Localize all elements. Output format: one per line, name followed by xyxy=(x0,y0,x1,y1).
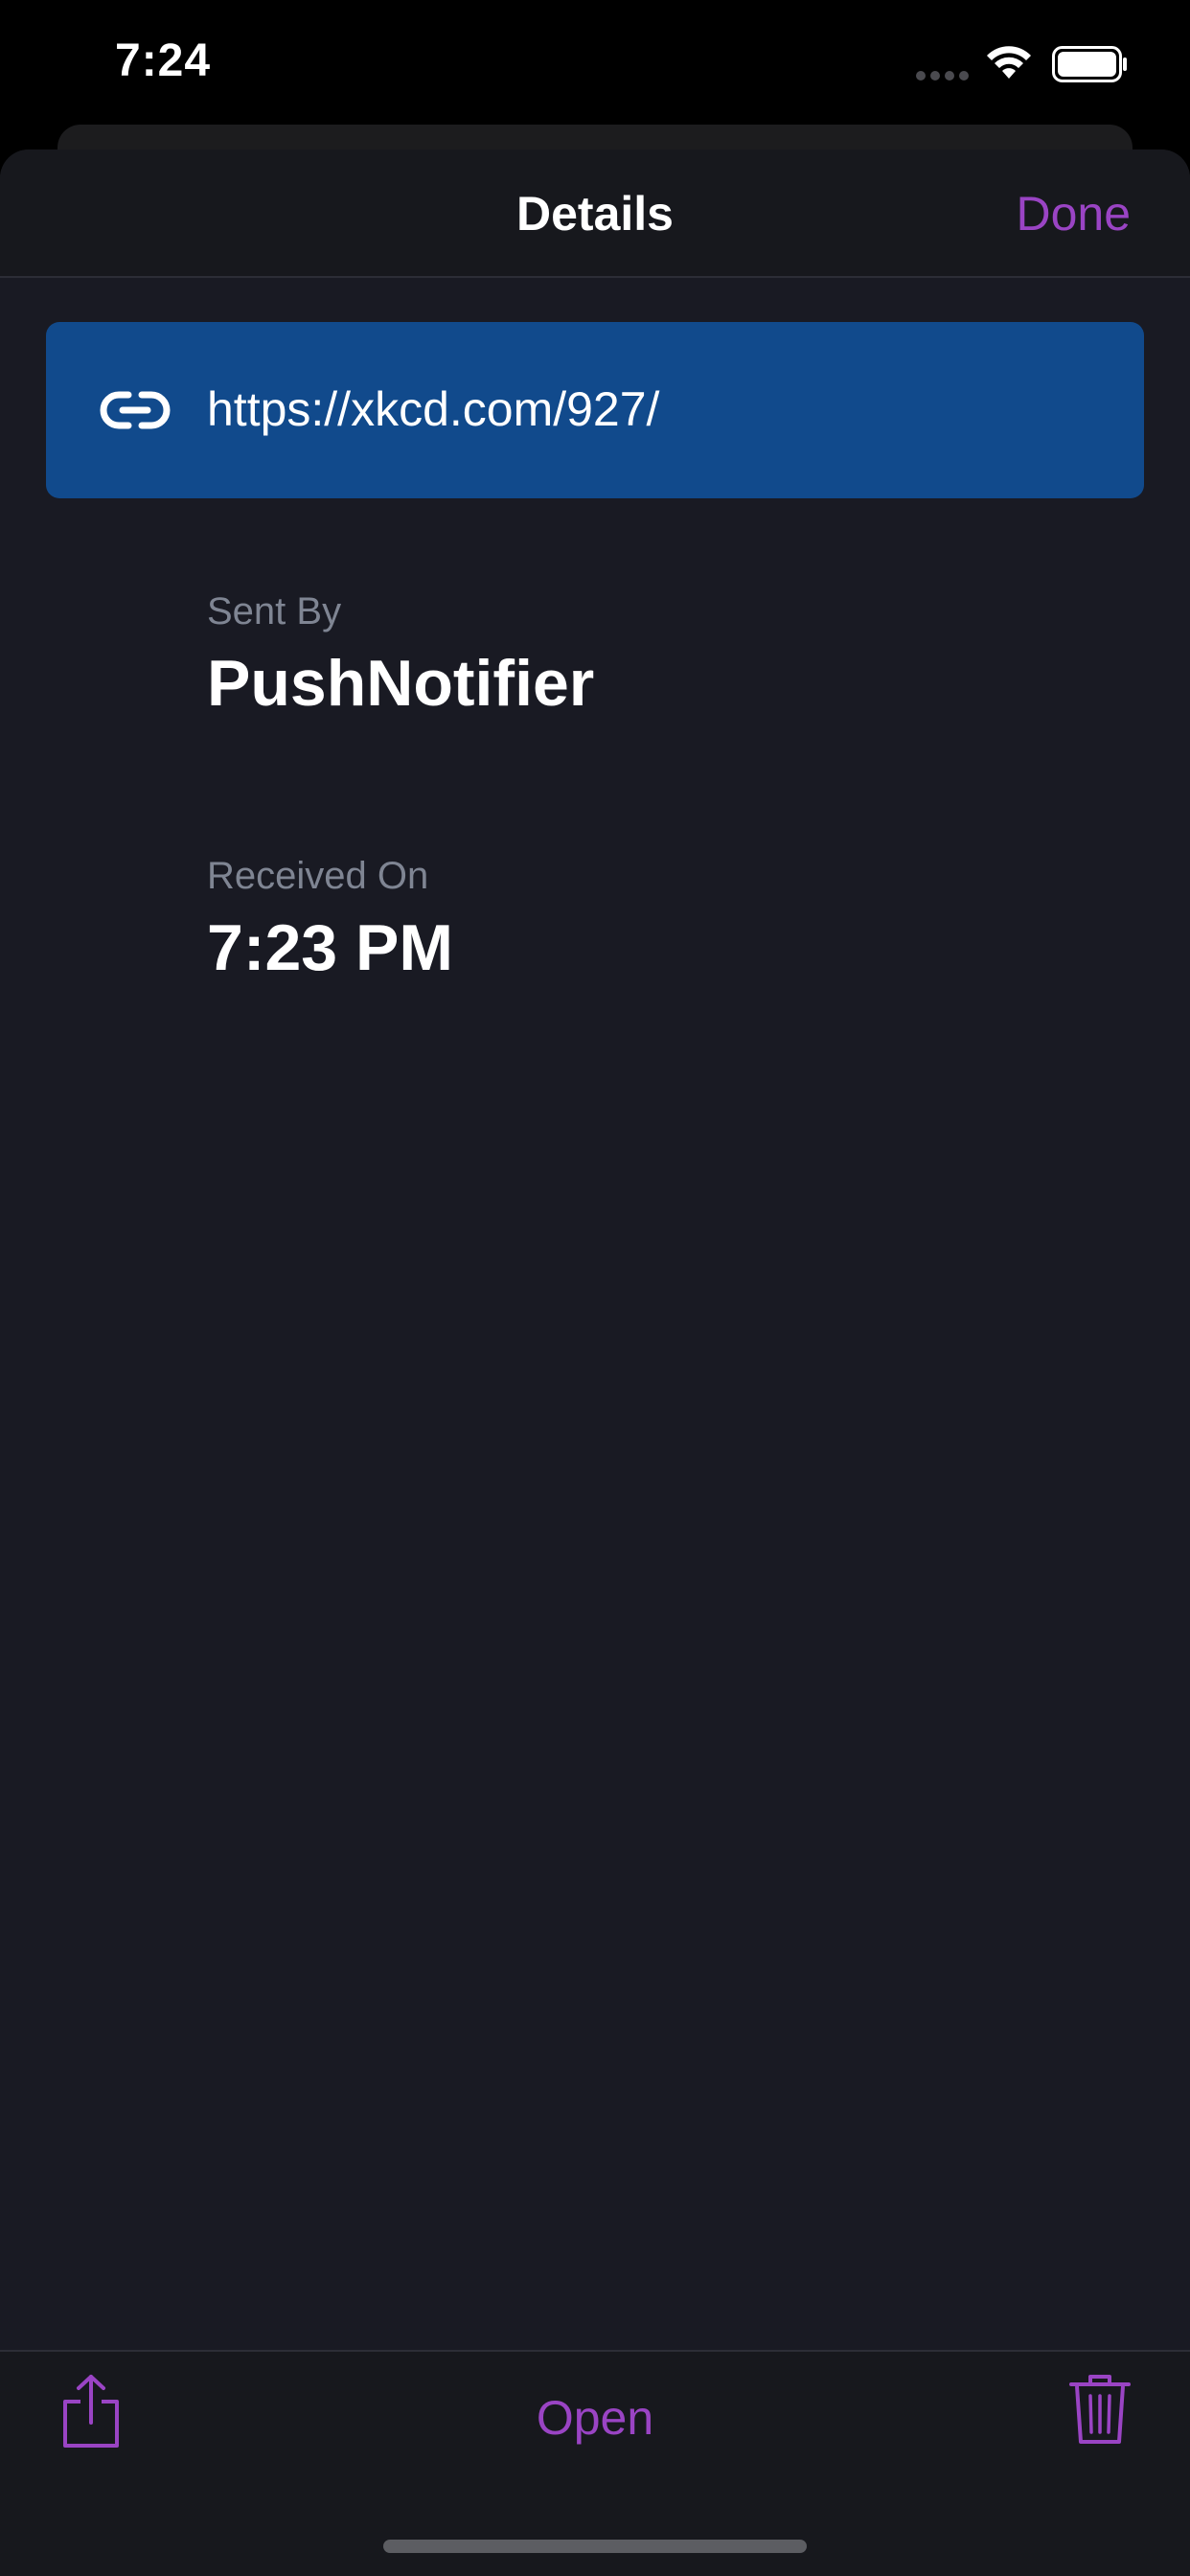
share-icon[interactable] xyxy=(59,2373,123,2450)
page-title: Details xyxy=(516,187,674,241)
done-button[interactable]: Done xyxy=(1016,186,1131,242)
navigation-bar: Details Done xyxy=(0,150,1190,278)
open-button-row: Open xyxy=(0,2390,1190,2446)
status-bar: 7:24 xyxy=(0,0,1190,125)
url-card[interactable]: https://xkcd.com/927/ xyxy=(46,322,1144,498)
link-icon xyxy=(100,391,171,429)
status-time: 7:24 xyxy=(115,35,212,86)
open-button[interactable]: Open xyxy=(537,2391,653,2445)
home-indicator xyxy=(383,2540,807,2553)
wifi-icon xyxy=(987,46,1031,79)
cellular-signal-icon xyxy=(916,71,970,80)
url-text: https://xkcd.com/927/ xyxy=(207,382,660,436)
sent-by-label: Sent By xyxy=(207,590,342,632)
details-sheet: Details Done https://xkcd.com/927/ Sent … xyxy=(0,150,1190,2576)
screen: 7:24 Details Done https://xkcd.com/927/ … xyxy=(0,0,1190,2576)
bottom-toolbar: Open xyxy=(0,2350,1190,2576)
sent-by-value: PushNotifier xyxy=(207,647,595,720)
received-on-value: 7:23 PM xyxy=(207,911,453,984)
trash-icon[interactable] xyxy=(1069,2373,1131,2446)
received-on-label: Received On xyxy=(207,855,429,897)
battery-icon xyxy=(1052,46,1127,82)
